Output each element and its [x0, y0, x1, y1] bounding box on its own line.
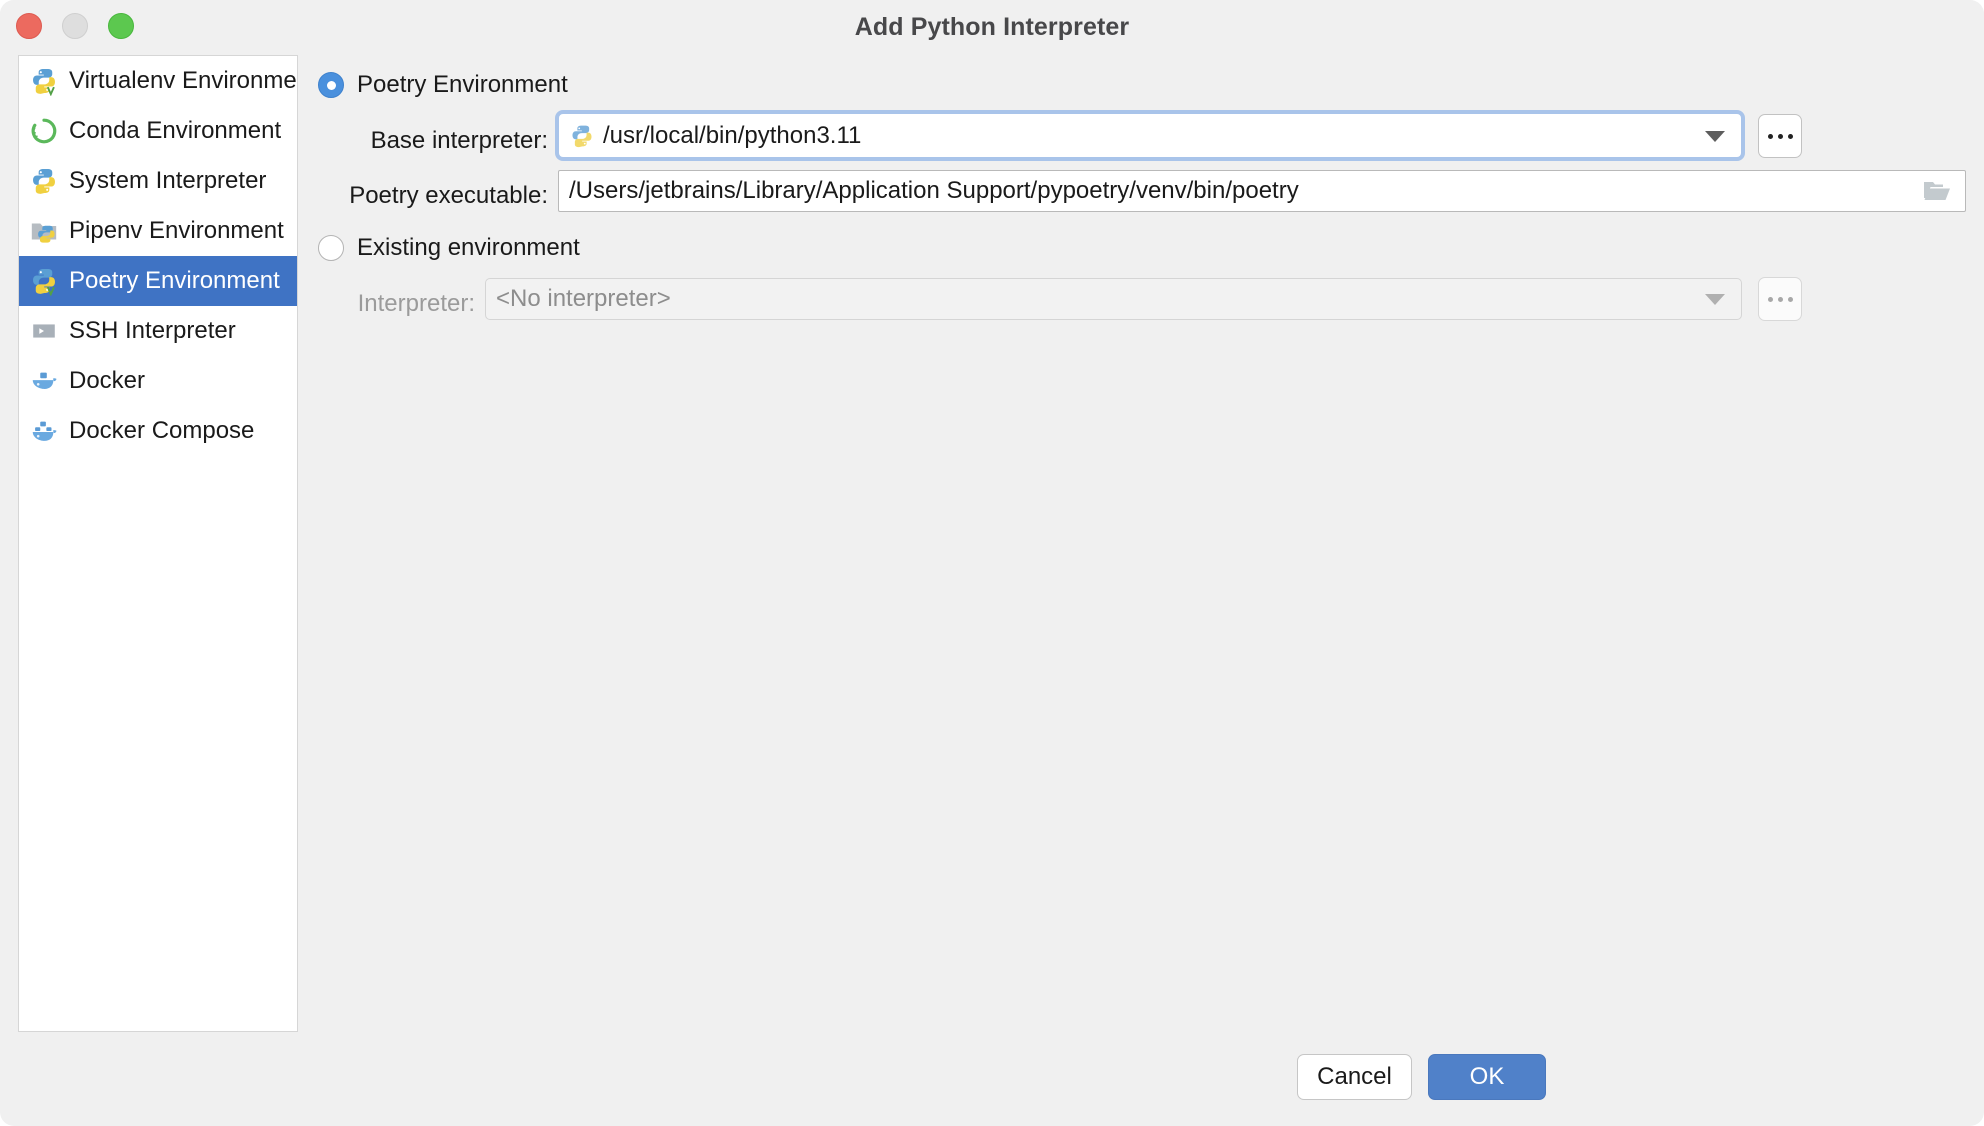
sidebar-item-label: System Interpreter: [69, 167, 266, 195]
interpreter-settings-pane: Poetry Environment Base interpreter: /us…: [310, 55, 1966, 1032]
sidebar-item-system-interpreter[interactable]: System Interpreter: [19, 156, 297, 206]
dot: [1778, 134, 1783, 139]
add-python-interpreter-dialog: Add Python Interpreter Virtualenv Enviro…: [0, 0, 1984, 1126]
docker-compose-icon: [29, 416, 59, 446]
ssh-terminal-icon: [29, 316, 59, 346]
python-venv-icon: [29, 66, 59, 96]
poetry-executable-field[interactable]: /Users/jetbrains/Library/Application Sup…: [558, 170, 1966, 212]
existing-environment-radio[interactable]: [318, 235, 344, 261]
cancel-button[interactable]: Cancel: [1297, 1054, 1412, 1100]
dot: [1768, 297, 1773, 302]
base-interpreter-label: Base interpreter:: [310, 127, 548, 155]
existing-environment-radio-label: Existing environment: [357, 234, 580, 262]
ok-button[interactable]: OK: [1428, 1054, 1546, 1100]
interpreter-label: Interpreter:: [310, 290, 475, 318]
interpreter-combobox[interactable]: <No interpreter>: [485, 278, 1742, 320]
existing-environment-radio-row[interactable]: Existing environment: [318, 234, 580, 262]
sidebar-item-label: Virtualenv Environment: [69, 67, 298, 95]
poetry-environment-radio[interactable]: [318, 72, 344, 98]
python-venv-icon: [29, 266, 59, 296]
title-bar: Add Python Interpreter: [0, 0, 1984, 54]
poetry-environment-radio-row[interactable]: Poetry Environment: [318, 71, 568, 99]
sidebar-item-poetry-environment[interactable]: Poetry Environment: [19, 256, 297, 306]
python-icon: [569, 123, 595, 149]
chevron-down-icon[interactable]: [1705, 294, 1725, 305]
sidebar-item-label: Conda Environment: [69, 117, 281, 145]
environment-type-list[interactable]: Virtualenv Environment Conda Environment: [18, 55, 298, 1032]
conda-icon: [29, 116, 59, 146]
python-icon: [29, 166, 59, 196]
sidebar-item-label: SSH Interpreter: [69, 317, 236, 345]
base-interpreter-browse-button[interactable]: [1758, 114, 1802, 158]
dot: [1788, 297, 1793, 302]
base-interpreter-value: /usr/local/bin/python3.11: [603, 122, 861, 150]
sidebar-item-label: Docker: [69, 367, 145, 395]
sidebar-item-label: Poetry Environment: [69, 267, 280, 295]
sidebar-item-pipenv-environment[interactable]: Pipenv Environment: [19, 206, 297, 256]
sidebar-item-docker-compose[interactable]: Docker Compose: [19, 406, 297, 456]
pipenv-icon: [29, 216, 59, 246]
poetry-environment-radio-label: Poetry Environment: [357, 71, 568, 99]
interpreter-browse-button[interactable]: [1758, 277, 1802, 321]
sidebar-item-virtualenv-environment[interactable]: Virtualenv Environment: [19, 56, 297, 106]
dot: [1768, 134, 1773, 139]
sidebar-item-conda-environment[interactable]: Conda Environment: [19, 106, 297, 156]
sidebar-item-docker[interactable]: Docker: [19, 356, 297, 406]
dot: [1778, 297, 1783, 302]
sidebar-item-ssh-interpreter[interactable]: SSH Interpreter: [19, 306, 297, 356]
poetry-executable-value: /Users/jetbrains/Library/Application Sup…: [569, 177, 1299, 205]
window-title: Add Python Interpreter: [0, 0, 1984, 54]
sidebar-item-label: Pipenv Environment: [69, 217, 284, 245]
docker-icon: [29, 366, 59, 396]
sidebar-item-label: Docker Compose: [69, 417, 254, 445]
dot: [1788, 134, 1793, 139]
interpreter-value: <No interpreter>: [496, 285, 671, 313]
base-interpreter-combobox[interactable]: /usr/local/bin/python3.11: [558, 113, 1742, 158]
poetry-executable-label: Poetry executable:: [310, 182, 548, 210]
folder-icon[interactable]: [1923, 179, 1951, 203]
chevron-down-icon[interactable]: [1705, 131, 1725, 142]
